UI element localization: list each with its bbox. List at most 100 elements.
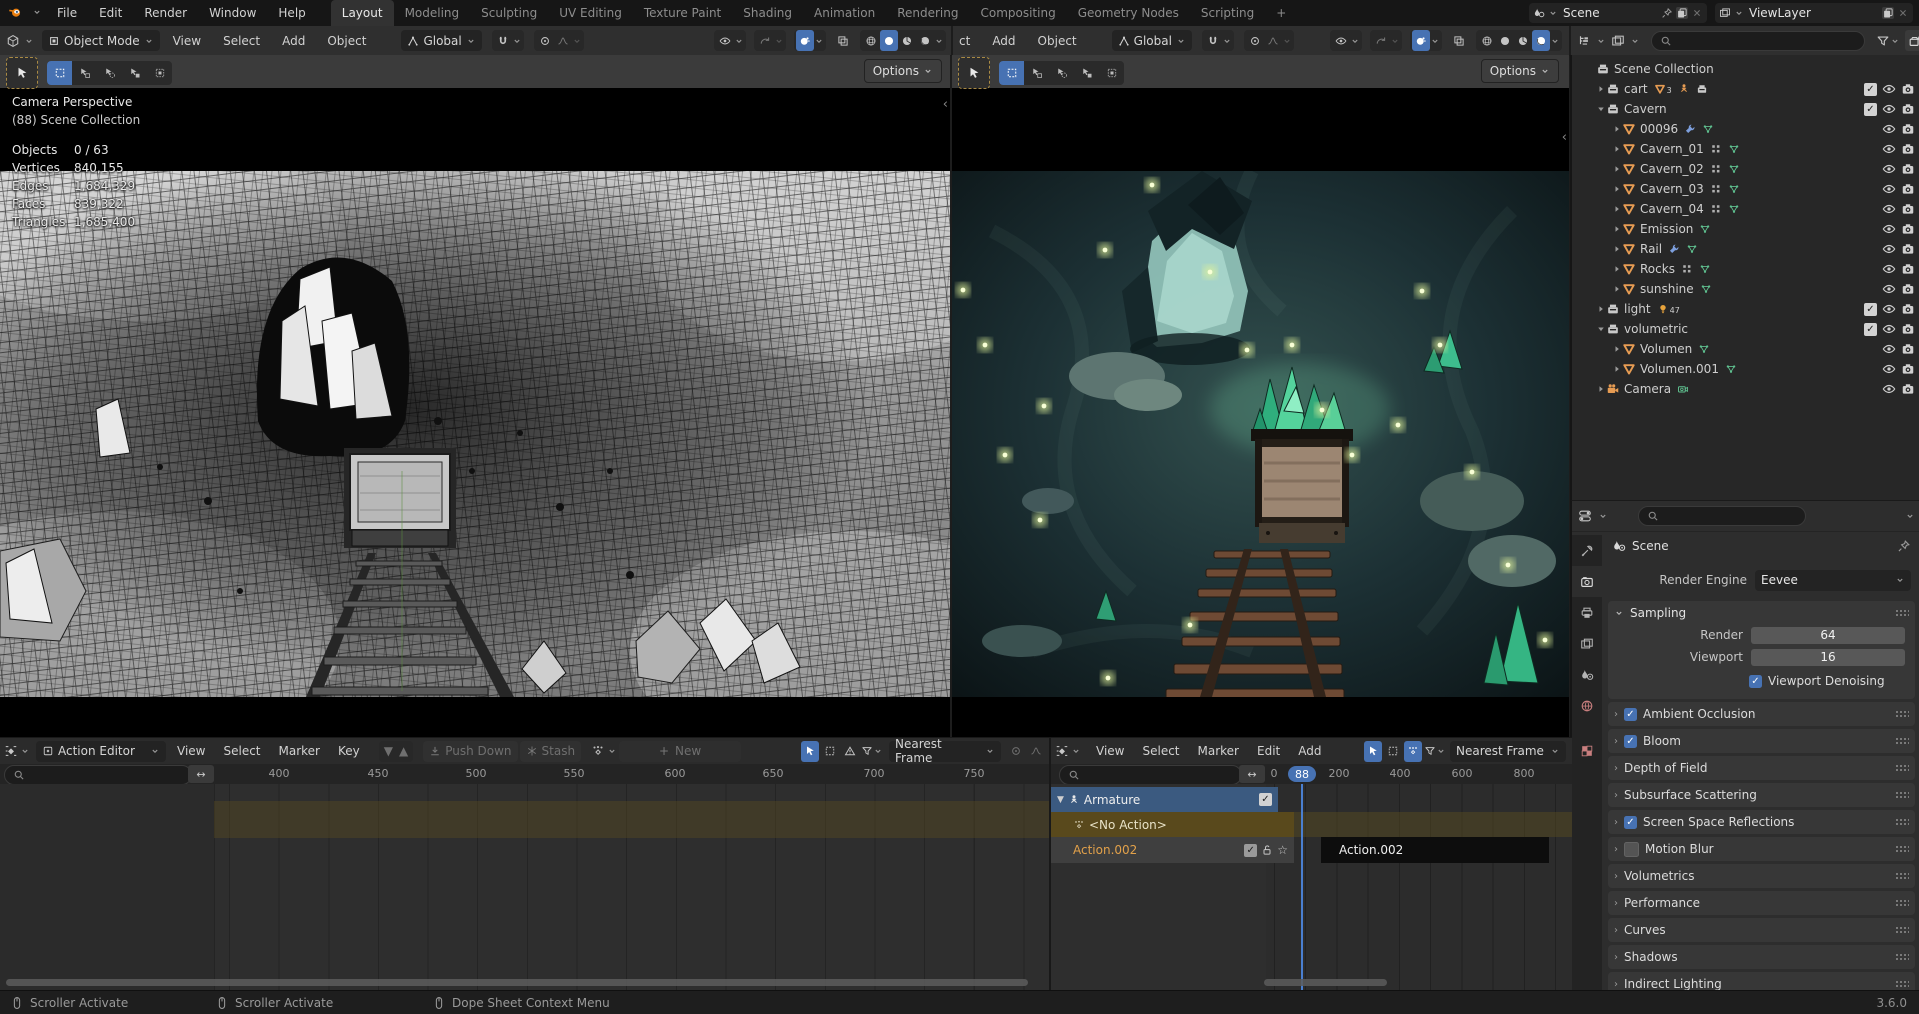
panel-ambient-occlusion[interactable]: › ✓ Ambient Occlusion (1608, 702, 1915, 726)
outliner-search-input[interactable] (1651, 30, 1865, 51)
dopesheet-menu-key[interactable]: Key (329, 744, 369, 758)
gizmos-button[interactable] (756, 30, 774, 51)
properties-tab-texture[interactable] (1572, 735, 1602, 766)
dopesheet-menu-select[interactable]: Select (214, 744, 269, 758)
disclosure-closed-icon[interactable] (1596, 384, 1606, 394)
panel-motion-blur[interactable]: › Motion Blur (1608, 837, 1915, 861)
shading-wireframe-button[interactable] (1478, 30, 1496, 51)
close-icon[interactable] (1691, 7, 1703, 19)
panel-grip-icon[interactable] (1895, 844, 1909, 854)
falloff-button[interactable] (1027, 741, 1045, 762)
channel-search-input[interactable] (4, 765, 192, 785)
disable-render-icon[interactable] (1901, 322, 1915, 336)
scene-selector[interactable]: Scene (1529, 3, 1707, 23)
exclude-checkbox[interactable]: ✓ (1864, 82, 1877, 96)
viewport-menu-add[interactable]: Add (273, 34, 314, 48)
horizontal-scrollbar[interactable] (6, 979, 1028, 986)
disable-render-icon[interactable] (1901, 142, 1915, 156)
active-tool-button[interactable] (958, 57, 990, 89)
action-mute-checkbox[interactable]: ✓ (1244, 843, 1258, 857)
panel-subsurface-scattering[interactable]: › Subsurface Scattering (1608, 783, 1915, 807)
pin-icon[interactable] (1897, 539, 1911, 553)
dopesheet-menu-view[interactable]: View (168, 744, 214, 758)
properties-tab-output[interactable] (1572, 597, 1602, 628)
action-browse-icon[interactable] (591, 744, 605, 758)
proportional-edit-button[interactable] (1007, 741, 1025, 762)
dopesheet-menu-marker[interactable]: Marker (1189, 744, 1248, 758)
outliner-editor-icon[interactable] (1577, 34, 1591, 48)
stash-button[interactable]: Stash (519, 740, 582, 762)
hide-eye-icon[interactable] (1882, 282, 1896, 296)
playhead[interactable] (1301, 784, 1303, 991)
blender-logo-icon[interactable] (8, 5, 22, 22)
workspace-tab-uv-editing[interactable]: UV Editing (548, 0, 633, 26)
hide-eye-icon[interactable] (1882, 362, 1896, 376)
panel-grip-icon[interactable] (1895, 979, 1909, 989)
outliner-row-cavern-03[interactable]: Cavern_03 (1572, 179, 1919, 199)
disclosure-closed-icon[interactable] (1612, 144, 1622, 154)
select-circle-button[interactable] (1049, 61, 1074, 85)
breadcrumb[interactable]: Scene (1632, 539, 1669, 553)
workspace-tab-sculpting[interactable]: Sculpting (470, 0, 548, 26)
select-box-button[interactable] (999, 61, 1024, 85)
workspace-tab-animation[interactable]: Animation (803, 0, 886, 26)
outliner-row-cavern-04[interactable]: Cavern_04 (1572, 199, 1919, 219)
outliner-row-cavern-01[interactable]: Cavern_01 (1572, 139, 1919, 159)
panel-shadows[interactable]: › Shadows (1608, 945, 1915, 969)
selection-box-filter-button[interactable] (1384, 741, 1402, 762)
dopesheet-left-body[interactable] (0, 784, 1049, 991)
menu-window[interactable]: Window (198, 0, 267, 26)
hide-eye-icon[interactable] (1882, 322, 1896, 336)
selection-box-filter-button[interactable] (821, 741, 839, 762)
channel-action-002[interactable]: Action.002 ✓ ☆ (1051, 837, 1294, 863)
select-extend-button[interactable] (147, 61, 172, 85)
shading-rendered-button[interactable] (916, 30, 934, 51)
menu-edit[interactable]: Edit (88, 0, 133, 26)
select-box-button[interactable] (47, 61, 72, 85)
viewport-3d-right[interactable]: Options Options ‹ (952, 55, 1569, 737)
viewport-editor-icon[interactable] (6, 34, 20, 48)
dopesheet-menu-select[interactable]: Select (1133, 744, 1188, 758)
select-lasso-button[interactable] (122, 61, 147, 85)
menu-file[interactable]: File (46, 0, 88, 26)
viewport-menu-select[interactable]: Select (214, 34, 269, 48)
proportional-edit-button[interactable] (536, 30, 554, 51)
channel-no-action[interactable]: <No Action> (1051, 812, 1294, 837)
snap-mode-select[interactable]: Nearest Frame (889, 737, 1001, 765)
shading-solid-button[interactable] (1496, 30, 1514, 51)
unlock-icon[interactable] (1261, 844, 1273, 856)
workspace-tab-scripting[interactable]: Scripting (1190, 0, 1265, 26)
push-down-button[interactable]: Push Down (423, 740, 518, 762)
disclosure-closed-icon[interactable] (1612, 184, 1622, 194)
panel-grip-icon[interactable] (1895, 871, 1909, 881)
properties-tab-tool[interactable] (1572, 535, 1602, 566)
properties-search-input[interactable] (1638, 506, 1806, 526)
panel-checkbox[interactable]: ✓ (1624, 734, 1637, 748)
chevron-down-icon[interactable] (1071, 746, 1081, 756)
close-icon[interactable] (1897, 7, 1909, 19)
disable-render-icon[interactable] (1901, 102, 1915, 116)
panel-grip-icon[interactable] (1895, 817, 1909, 827)
hide-eye-icon[interactable] (1882, 182, 1896, 196)
workspace-tab-shading[interactable]: Shading (732, 0, 803, 26)
hide-eye-icon[interactable] (1882, 162, 1896, 176)
render-engine-select[interactable]: Eevee (1755, 569, 1911, 591)
snap-magnet-button[interactable] (1204, 30, 1222, 51)
show-errors-button[interactable] (841, 741, 859, 762)
viewport-menu-add[interactable]: Add (983, 34, 1024, 48)
disclosure-closed-icon[interactable] (1612, 204, 1622, 214)
workspace-tab-texture-paint[interactable]: Texture Paint (633, 0, 732, 26)
workspace-tab-compositing[interactable]: Compositing (969, 0, 1066, 26)
hide-eye-icon[interactable] (1882, 242, 1896, 256)
disable-render-icon[interactable] (1901, 342, 1915, 356)
menu-truncated[interactable]: ct (957, 34, 979, 48)
outliner-row-camera[interactable]: Camera (1572, 379, 1919, 399)
xray-button[interactable] (1450, 30, 1468, 51)
viewport-options-button[interactable]: Options Options (1480, 59, 1559, 83)
disclosure-closed-icon[interactable] (1612, 364, 1622, 374)
select-extend-button[interactable] (1099, 61, 1124, 85)
channel-search-input[interactable] (1059, 765, 1242, 785)
show-keyframes-button[interactable] (1404, 740, 1422, 762)
disclosure-closed-icon[interactable] (1612, 284, 1622, 294)
properties-tab-scene[interactable] (1572, 659, 1602, 690)
